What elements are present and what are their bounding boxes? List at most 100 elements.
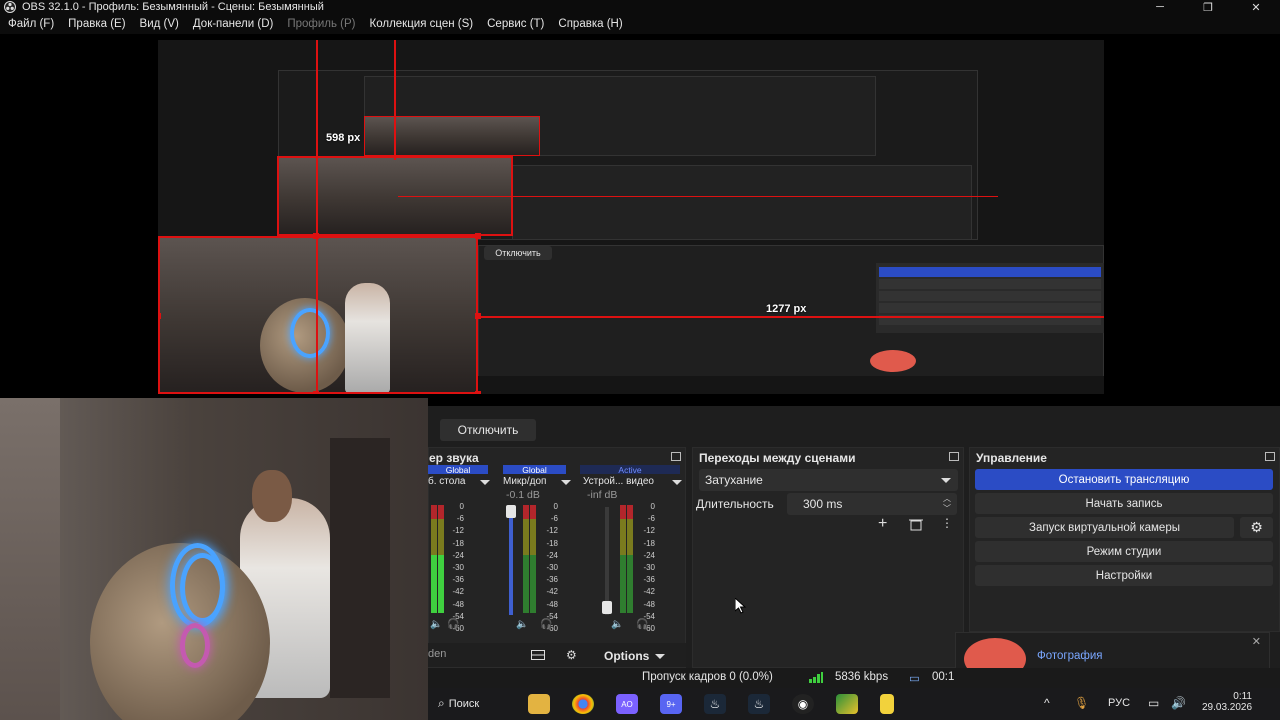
maximize-button[interactable]: ❐ [1184, 0, 1232, 14]
bitrate: 5836 kbps [835, 671, 889, 683]
menu-profile[interactable]: Профиль (P) [287, 18, 355, 30]
nested-docks [512, 165, 972, 240]
network-icon[interactable]: ▭ [1148, 696, 1159, 710]
float-panel-icon[interactable] [1265, 452, 1275, 461]
nested-disconnect-button: Отключить [484, 246, 552, 260]
resize-handle[interactable] [475, 313, 481, 319]
close-button[interactable]: ✕ [1232, 0, 1280, 14]
menu-scene-collection[interactable]: Коллекция сцен (S) [370, 18, 474, 30]
taskbar: ⌕ Поиск AO 9+ ♨ ♨ ◉ ^ 🎙 РУС ▭ 🔊 0:11 29.… [428, 688, 1280, 720]
volume-fader-knob[interactable] [602, 601, 612, 614]
clock[interactable]: 0:11 29.03.2026 [1202, 691, 1252, 713]
nested-guide-vertical [394, 40, 396, 160]
speaker-icon[interactable]: 🔈 [516, 619, 528, 630]
monitor-headphones-icon[interactable]: 🎧 [540, 619, 552, 630]
speaker-icon[interactable]: 🔈 [611, 619, 623, 630]
volume-fader-knob[interactable] [506, 505, 516, 518]
menu-tools[interactable]: Сервис (T) [487, 18, 544, 30]
nested-guide-horizontal [398, 196, 998, 197]
mixer-channel-name: Микр/доп [503, 476, 547, 487]
transition-select[interactable]: Затухание [699, 469, 958, 491]
mixer-tag: Global [428, 465, 488, 475]
search-icon: ⌕ [438, 696, 445, 710]
layout-icon[interactable] [531, 650, 545, 660]
trash-icon[interactable] [909, 518, 923, 531]
chevron-down-icon[interactable] [672, 480, 682, 485]
gear-icon[interactable]: ⚙ [566, 648, 577, 662]
menu-docks[interactable]: Док-панели (D) [193, 18, 273, 30]
obs-logo-icon [4, 1, 16, 13]
duration-value: 300 ms [803, 497, 843, 511]
stop-streaming-button[interactable]: Остановить трансляцию [975, 469, 1273, 490]
volume-fader-track[interactable] [605, 507, 609, 615]
steam-icon[interactable]: ♨ [748, 694, 770, 714]
monitor-headphones-icon[interactable]: 🎧 [636, 619, 648, 630]
close-icon[interactable]: ✕ [1252, 635, 1261, 648]
panel-title: Управление [976, 451, 1047, 465]
disconnect-button[interactable]: Отключить [440, 419, 536, 441]
studio-mode-button[interactable]: Режим студии [975, 541, 1273, 562]
mixer-db-value: -0.1 dB [506, 489, 540, 501]
language-indicator[interactable]: РУС [1108, 697, 1130, 709]
volume-icon[interactable]: 🔊 [1171, 696, 1186, 710]
menu-help[interactable]: Справка (H) [558, 18, 622, 30]
nested-notification-dot [870, 350, 916, 372]
app-icon[interactable]: AO [616, 694, 638, 714]
chrome-icon[interactable] [572, 694, 594, 714]
chevron-down-icon[interactable] [480, 480, 490, 485]
chevron-down-icon[interactable] [561, 480, 571, 485]
nested-taskbar [478, 376, 1104, 394]
selected-webcam-source[interactable] [158, 236, 478, 394]
resize-handle[interactable] [313, 233, 319, 239]
resize-handle[interactable] [158, 313, 161, 319]
title-bar: OBS 32.1.0 - Профиль: Безымянный - Сцены… [0, 0, 1280, 14]
add-icon[interactable]: + [878, 515, 887, 533]
panel-title: ер звука [429, 451, 479, 465]
obs-icon[interactable]: ◉ [792, 694, 814, 714]
minimize-button[interactable]: ─ [1136, 0, 1184, 14]
preview-area[interactable]: Отключить 598 px 1277 px [0, 34, 1280, 406]
taskbar-search[interactable]: ⌕ Поиск [438, 696, 479, 711]
file-explorer-icon[interactable] [528, 694, 550, 714]
mixer-tag: Active [580, 465, 680, 475]
steam-icon[interactable]: ♨ [704, 694, 726, 714]
float-panel-icon[interactable] [949, 452, 959, 461]
more-icon[interactable]: ⋮ [941, 516, 953, 530]
menu-edit[interactable]: Правка (E) [68, 18, 125, 30]
stepper-down-icon[interactable]: ﹀ [943, 503, 951, 514]
start-recording-button[interactable]: Начать запись [975, 493, 1273, 514]
discord-icon[interactable]: 9+ [660, 694, 682, 714]
resize-handle[interactable] [313, 391, 319, 394]
resize-handle[interactable] [475, 233, 481, 239]
options-button[interactable]: Options [592, 646, 682, 666]
menu-view[interactable]: Вид (V) [140, 18, 179, 30]
panel-title: Переходы между сценами [699, 451, 856, 465]
volume-fader-fill [509, 514, 513, 615]
volume-meter [523, 505, 529, 613]
start-virtual-camera-button[interactable]: Запуск виртуальной камеры [975, 517, 1234, 538]
volume-meter [530, 505, 536, 613]
chevron-up-icon[interactable]: ^ [1044, 696, 1050, 710]
speaker-icon[interactable]: 🔈 [430, 619, 442, 630]
menu-file[interactable]: Файл (F) [8, 18, 54, 30]
settings-button[interactable]: Настройки [975, 565, 1273, 586]
badge-ao: AO [621, 699, 633, 709]
virtual-camera-settings-button[interactable]: ⚙ [1240, 517, 1273, 538]
volume-meter [431, 505, 437, 613]
resize-handle[interactable] [475, 391, 481, 394]
mixer-tag: Global [503, 465, 566, 475]
float-panel-icon[interactable] [671, 452, 681, 461]
duration-input[interactable]: 300 ms ︿ ﹀ [787, 493, 957, 515]
mixer-channel-name: Устрой... видео [583, 476, 654, 487]
stream-time: 00:1 [932, 671, 955, 683]
badge-discord: 9+ [666, 699, 676, 709]
chevron-down-icon [655, 653, 666, 659]
preview-canvas[interactable]: Отключить 598 px 1277 px [158, 40, 1104, 394]
app-icon[interactable] [836, 694, 858, 714]
window-title: OBS 32.1.0 - Профиль: Безымянный - Сцены… [22, 1, 324, 13]
microphone-icon[interactable]: 🎙 [1074, 696, 1089, 710]
clock-time: 0:11 [1233, 691, 1252, 702]
monitor-headphones-icon[interactable]: 🎧 [447, 619, 459, 630]
mixer-channel-name: б. стола [428, 476, 466, 487]
app-icon[interactable] [880, 694, 894, 714]
